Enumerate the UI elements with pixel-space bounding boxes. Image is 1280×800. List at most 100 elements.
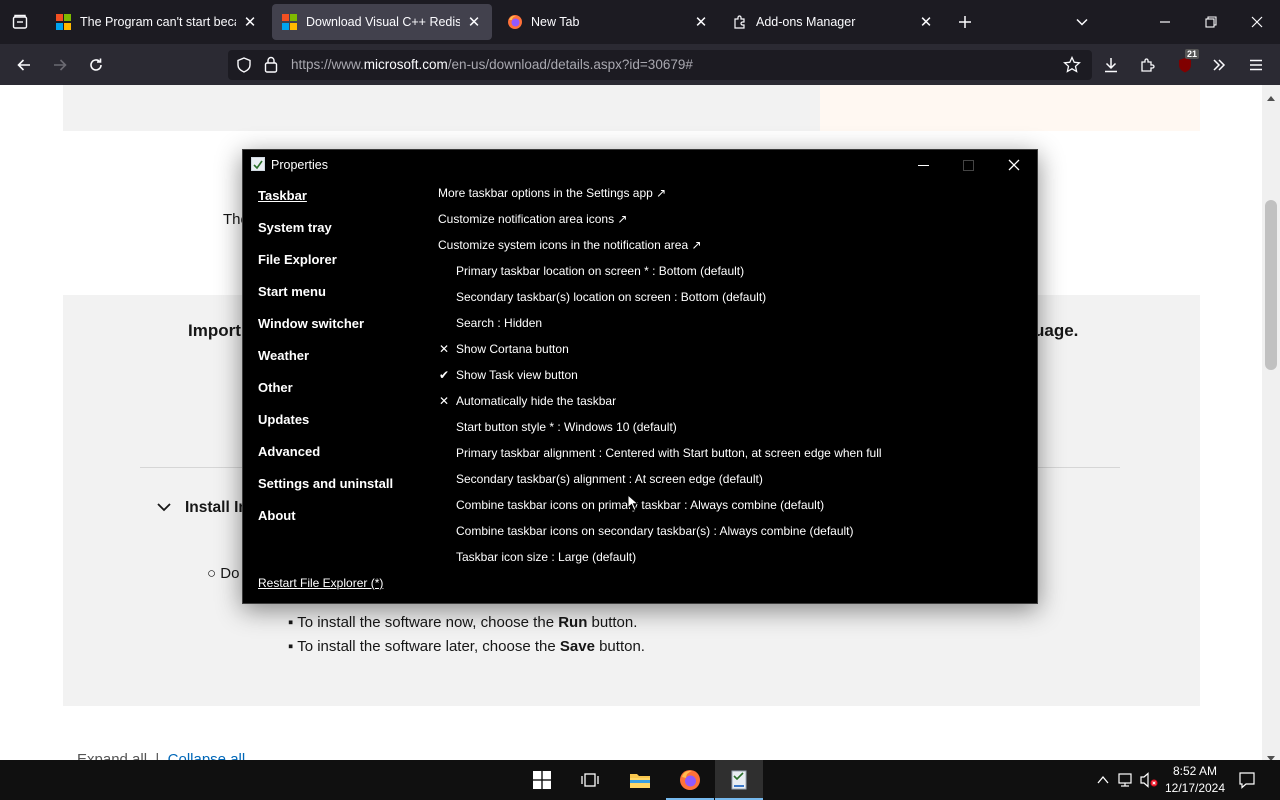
option-auto-hide-taskbar[interactable]: Automatically hide the taskbar bbox=[456, 394, 616, 408]
option-start-button-style[interactable]: Start button style * : Windows 10 (defau… bbox=[456, 420, 677, 434]
system-icons-link[interactable]: Customize system icons in the notificati… bbox=[438, 238, 702, 252]
collapse-all-link[interactable]: Collapse all bbox=[168, 751, 246, 760]
install-step-save: ▪ To install the software later, choose … bbox=[288, 638, 645, 655]
sidebar-item-start-menu[interactable]: Start menu bbox=[258, 284, 326, 299]
tab-title: The Program can't start becaus bbox=[80, 15, 236, 29]
scrollbar-thumb[interactable] bbox=[1265, 200, 1277, 370]
option-combine-primary[interactable]: Combine taskbar icons on primary taskbar… bbox=[456, 498, 824, 512]
properties-app-icon bbox=[251, 157, 265, 171]
bookmark-star-icon[interactable] bbox=[1063, 55, 1081, 79]
sidebar-item-window-switcher[interactable]: Window switcher bbox=[258, 316, 364, 331]
expand-all-label[interactable]: Expand all bbox=[77, 751, 147, 760]
firefox-icon[interactable] bbox=[666, 760, 714, 800]
downloads-icon[interactable] bbox=[1097, 52, 1125, 78]
sidebar-item-updates[interactable]: Updates bbox=[258, 412, 309, 427]
firefox-view-icon[interactable] bbox=[8, 10, 32, 34]
lock-icon[interactable] bbox=[263, 56, 279, 78]
extensions-puzzle-icon[interactable] bbox=[1134, 52, 1162, 78]
sidebar-item-about[interactable]: About bbox=[258, 508, 296, 523]
restore-window-icon[interactable] bbox=[1199, 10, 1223, 34]
option-primary-taskbar-location[interactable]: Primary taskbar location on screen * : B… bbox=[456, 264, 744, 278]
close-tab-icon[interactable]: ✕ bbox=[693, 14, 709, 31]
volume-muted-icon[interactable] bbox=[1139, 770, 1159, 790]
expand-all-link[interactable]: Expand all | Collapse all bbox=[77, 751, 245, 760]
taskbar-clock[interactable]: 8:52 AM 12/17/2024 bbox=[1163, 763, 1227, 797]
task-view-icon[interactable] bbox=[566, 760, 614, 800]
settings-app-link[interactable]: More taskbar options in the Settings app… bbox=[438, 186, 666, 200]
sidebar-item-taskbar[interactable]: Taskbar bbox=[258, 188, 307, 203]
scroll-up-arrow-icon[interactable] bbox=[1267, 88, 1275, 106]
link-separator: | bbox=[155, 751, 160, 760]
mouse-cursor-icon bbox=[627, 493, 640, 517]
option-search[interactable]: Search : Hidden bbox=[456, 316, 542, 330]
option-secondary-taskbar-location[interactable]: Secondary taskbar(s) location on screen … bbox=[456, 290, 766, 304]
url-text[interactable]: https://www.microsoft.com/en-us/download… bbox=[291, 57, 693, 72]
page-banner-orange bbox=[820, 85, 1200, 131]
language-text-fragment: uage. bbox=[1034, 321, 1079, 340]
sidebar-item-settings-and-uninstall[interactable]: Settings and uninstall bbox=[258, 476, 393, 491]
dialog-maximize-icon[interactable] bbox=[953, 154, 983, 176]
option-combine-secondary[interactable]: Combine taskbar icons on secondary taskb… bbox=[456, 524, 854, 538]
step-bold: Save bbox=[559, 638, 595, 655]
sidebar-item-other[interactable]: Other bbox=[258, 380, 293, 395]
tab-title: Download Visual C++ Redistrib bbox=[306, 15, 460, 29]
option-secondary-taskbar-alignment[interactable]: Secondary taskbar(s) alignment : At scre… bbox=[456, 472, 763, 486]
sidebar-item-file-explorer[interactable]: File Explorer bbox=[258, 252, 337, 267]
minimize-window-icon[interactable] bbox=[1153, 10, 1177, 34]
step-bold: Run bbox=[558, 614, 588, 631]
notification-icons-link[interactable]: Customize notification area icons ↗ bbox=[438, 212, 627, 226]
action-center-icon[interactable] bbox=[1237, 770, 1257, 790]
tab-new-tab[interactable]: New Tab ✕ bbox=[497, 4, 719, 40]
new-tab-plus-icon[interactable] bbox=[953, 10, 977, 34]
sidebar-item-system-tray[interactable]: System tray bbox=[258, 220, 332, 235]
tracking-protection-shield-icon[interactable] bbox=[236, 57, 252, 78]
restart-file-explorer-link[interactable]: Restart File Explorer (*) bbox=[258, 576, 383, 590]
dialog-close-icon[interactable] bbox=[999, 154, 1029, 176]
option-taskbar-icon-size[interactable]: Taskbar icon size : Large (default) bbox=[456, 550, 636, 564]
overflow-chevrons-icon[interactable] bbox=[1205, 52, 1233, 78]
tab-addons-manager[interactable]: Add-ons Manager ✕ bbox=[722, 4, 944, 40]
hamburger-menu-icon[interactable] bbox=[1242, 52, 1270, 78]
page-scrollbar[interactable] bbox=[1262, 85, 1280, 761]
page-banner-gray bbox=[63, 85, 820, 131]
cross-icon: ✕ bbox=[438, 394, 450, 408]
properties-app-taskbar-icon[interactable] bbox=[715, 760, 763, 800]
dialog-minimize-icon[interactable] bbox=[908, 154, 938, 176]
forward-arrow-icon[interactable] bbox=[46, 52, 74, 78]
url-path: /en-us/download/details.aspx?id=30679# bbox=[447, 57, 693, 72]
sidebar-item-weather[interactable]: Weather bbox=[258, 348, 309, 363]
option-show-task-view-button[interactable]: Show Task view button bbox=[456, 368, 578, 382]
microsoft-logo-icon bbox=[282, 14, 298, 30]
clock-time: 8:52 AM bbox=[1172, 764, 1218, 778]
important-text-fragment: Import bbox=[188, 321, 241, 340]
close-tab-icon[interactable]: ✕ bbox=[918, 14, 934, 31]
network-icon[interactable] bbox=[1116, 770, 1136, 790]
tab-program-cant-start[interactable]: The Program can't start becaus ✕ bbox=[46, 4, 268, 40]
option-primary-taskbar-alignment[interactable]: Primary taskbar alignment : Centered wit… bbox=[456, 446, 882, 460]
sidebar-item-advanced[interactable]: Advanced bbox=[258, 444, 320, 459]
clock-date: 12/17/2024 bbox=[1164, 781, 1226, 795]
firefox-icon bbox=[507, 14, 523, 30]
checkmark-icon: ✔ bbox=[438, 368, 450, 382]
install-instructions-heading[interactable]: Install In bbox=[185, 499, 248, 517]
close-tab-icon[interactable]: ✕ bbox=[242, 14, 258, 31]
install-step-run: ▪ To install the software now, choose th… bbox=[288, 614, 638, 631]
list-all-tabs-chevron-icon[interactable] bbox=[1070, 10, 1094, 34]
step-tail: button. bbox=[594, 638, 645, 655]
step-text: To install the software now, choose the bbox=[297, 614, 559, 631]
file-explorer-icon[interactable] bbox=[616, 760, 664, 800]
bullet-text: Do bbox=[220, 565, 240, 582]
ublock-shield-icon[interactable]: 21 bbox=[1171, 49, 1200, 78]
reload-icon[interactable] bbox=[82, 52, 110, 78]
chevron-down-icon[interactable] bbox=[156, 500, 172, 518]
address-bar[interactable]: https://www.microsoft.com/en-us/download… bbox=[228, 50, 1092, 80]
notification-badge: 21 bbox=[1185, 49, 1200, 59]
back-arrow-icon[interactable] bbox=[10, 52, 38, 78]
option-show-cortana-button[interactable]: Show Cortana button bbox=[456, 342, 569, 356]
browser-navigation-bar: https://www.microsoft.com/en-us/download… bbox=[0, 44, 1280, 85]
tab-download-visual-cpp[interactable]: Download Visual C++ Redistrib ✕ bbox=[272, 4, 492, 40]
windows-start-icon[interactable] bbox=[518, 760, 566, 800]
close-tab-icon[interactable]: ✕ bbox=[466, 14, 482, 31]
show-hidden-icons-chevron-icon[interactable] bbox=[1093, 770, 1113, 790]
close-window-icon[interactable] bbox=[1245, 10, 1269, 34]
